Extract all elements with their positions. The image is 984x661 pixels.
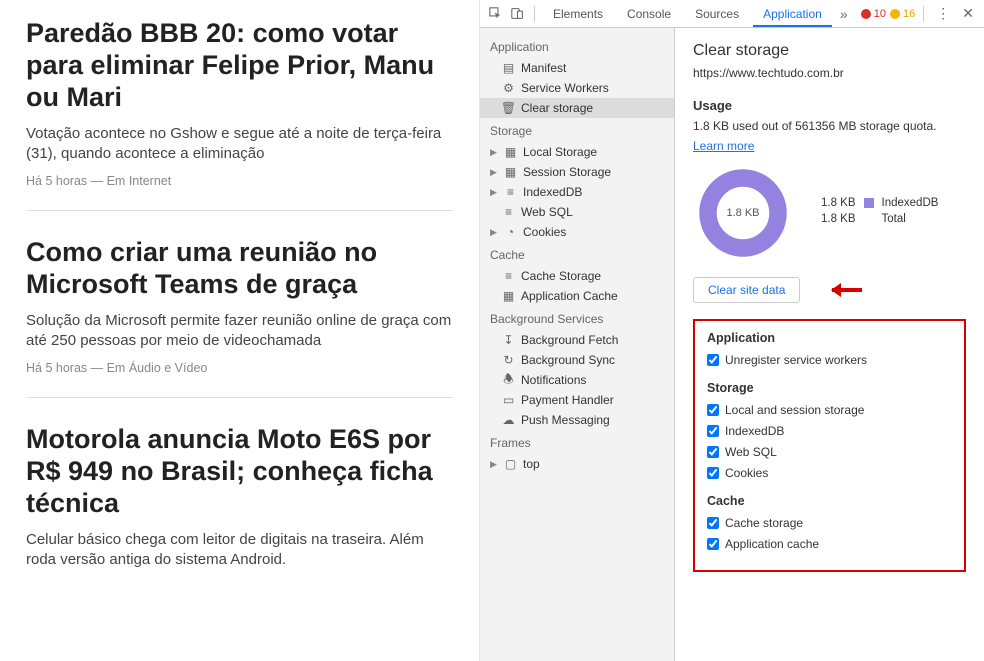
gear-icon: ⚙: [502, 82, 515, 95]
item-indexeddb[interactable]: ▶≡IndexedDB: [480, 182, 674, 202]
panel-title: Clear storage: [693, 42, 966, 60]
caret-icon: ▶: [490, 227, 498, 238]
warning-dot-icon: [890, 9, 900, 19]
tabs-overflow-icon[interactable]: »: [836, 6, 852, 22]
usage-donut-chart: 1.8 KB: [693, 163, 793, 263]
article-summary: Solução da Microsoft permite fazer reuni…: [26, 311, 453, 352]
usage-text: 1.8 KB used out of 561356 MB storage quo…: [693, 119, 966, 133]
annotation-arrow-icon: [824, 283, 870, 297]
checkbox-app-cache[interactable]: Application cache: [707, 537, 952, 551]
group-background-services: Background Services: [480, 306, 674, 330]
table-icon: ▦: [504, 146, 517, 159]
section-application: Application: [707, 331, 952, 345]
tab-elements[interactable]: Elements: [543, 1, 613, 27]
article-meta: Há 5 horas — Em Áudio e Vídeo: [26, 361, 453, 375]
clear-options-box: Application Unregister service workers S…: [693, 319, 966, 572]
document-icon: ▤: [502, 62, 515, 75]
table-icon: ▦: [502, 290, 515, 303]
tab-application[interactable]: Application: [753, 1, 832, 27]
item-manifest[interactable]: ▤Manifest: [480, 58, 674, 78]
article-title: Como criar uma reunião no Microsoft Team…: [26, 237, 453, 301]
usage-legend: 1.8 KBIndexedDB 1.8 KBTotal: [821, 197, 938, 229]
article-summary: Votação acontece no Gshow e segue até a …: [26, 124, 453, 165]
item-payment-handler[interactable]: ▭Payment Handler: [480, 390, 674, 410]
checkbox-cookies[interactable]: Cookies: [707, 466, 952, 480]
database-icon: ≡: [502, 206, 515, 219]
caret-icon: ▶: [490, 147, 498, 158]
warning-count[interactable]: 16: [890, 8, 915, 20]
checkbox-unregister-sw[interactable]: Unregister service workers: [707, 353, 952, 367]
learn-more-link[interactable]: Learn more: [693, 139, 754, 153]
donut-center-label: 1.8 KB: [693, 163, 793, 263]
window-icon: ▢: [504, 458, 517, 471]
tab-sources[interactable]: Sources: [685, 1, 749, 27]
trash-icon: 🗑: [502, 102, 515, 115]
group-application: Application: [480, 34, 674, 58]
legend-swatch-icon: [864, 198, 874, 208]
checkbox-local-session[interactable]: Local and session storage: [707, 403, 952, 417]
database-icon: ≡: [502, 270, 515, 283]
item-application-cache[interactable]: ▦Application Cache: [480, 286, 674, 306]
download-icon: ↧: [502, 334, 515, 347]
device-toggle-icon[interactable]: [508, 5, 526, 23]
cloud-icon: ☁: [502, 414, 515, 427]
bell-icon: 🕭: [502, 374, 515, 387]
article-summary: Celular básico chega com leitor de digit…: [26, 530, 453, 571]
error-count[interactable]: 10: [861, 8, 886, 20]
news-article[interactable]: Como criar uma reunião no Microsoft Team…: [26, 237, 453, 398]
checkbox-websql[interactable]: Web SQL: [707, 445, 952, 459]
item-local-storage[interactable]: ▶▦Local Storage: [480, 142, 674, 162]
devtools: Elements Console Sources Application » 1…: [480, 0, 984, 661]
clear-site-data-button[interactable]: Clear site data: [693, 277, 800, 303]
inspect-element-icon[interactable]: [486, 5, 504, 23]
item-frame-top[interactable]: ▶▢top: [480, 454, 674, 474]
group-storage: Storage: [480, 118, 674, 142]
devtools-tabbar: Elements Console Sources Application » 1…: [480, 0, 984, 28]
item-service-workers[interactable]: ⚙Service Workers: [480, 78, 674, 98]
database-icon: ≡: [504, 186, 517, 199]
item-session-storage[interactable]: ▶▦Session Storage: [480, 162, 674, 182]
error-dot-icon: [861, 9, 871, 19]
application-sidebar: Application ▤Manifest ⚙Service Workers 🗑…: [480, 28, 675, 661]
caret-icon: ▶: [490, 167, 498, 178]
caret-icon: ▶: [490, 459, 498, 470]
news-article[interactable]: Paredão BBB 20: como votar para eliminar…: [26, 18, 453, 211]
kebab-menu-icon[interactable]: ⋮: [932, 5, 954, 22]
news-panel: Paredão BBB 20: como votar para eliminar…: [0, 0, 480, 661]
tab-console[interactable]: Console: [617, 1, 681, 27]
article-title: Motorola anuncia Moto E6S por R$ 949 no …: [26, 424, 453, 520]
checkbox-cache-storage[interactable]: Cache storage: [707, 516, 952, 530]
checkbox-indexeddb[interactable]: IndexedDB: [707, 424, 952, 438]
table-icon: ▦: [504, 166, 517, 179]
section-cache: Cache: [707, 494, 952, 508]
panel-url: https://www.techtudo.com.br: [693, 66, 966, 80]
section-storage: Storage: [707, 381, 952, 395]
group-frames: Frames: [480, 430, 674, 454]
credit-card-icon: ▭: [502, 394, 515, 407]
news-article[interactable]: Motorola anuncia Moto E6S por R$ 949 no …: [26, 424, 453, 602]
usage-heading: Usage: [693, 98, 966, 113]
cookie-icon: ◔: [504, 226, 517, 239]
item-bg-sync[interactable]: ↻Background Sync: [480, 350, 674, 370]
article-title: Paredão BBB 20: como votar para eliminar…: [26, 18, 453, 114]
item-push-messaging[interactable]: ☁Push Messaging: [480, 410, 674, 430]
article-meta: Há 5 horas — Em Internet: [26, 174, 453, 188]
caret-icon: ▶: [490, 187, 498, 198]
item-clear-storage[interactable]: 🗑Clear storage: [480, 98, 674, 118]
item-notifications[interactable]: 🕭Notifications: [480, 370, 674, 390]
item-websql[interactable]: ≡Web SQL: [480, 202, 674, 222]
close-icon[interactable]: ✕: [958, 5, 978, 22]
item-cache-storage[interactable]: ≡Cache Storage: [480, 266, 674, 286]
clear-storage-panel: Clear storage https://www.techtudo.com.b…: [675, 28, 984, 661]
group-cache: Cache: [480, 242, 674, 266]
item-bg-fetch[interactable]: ↧Background Fetch: [480, 330, 674, 350]
item-cookies[interactable]: ▶◔Cookies: [480, 222, 674, 242]
sync-icon: ↻: [502, 354, 515, 367]
